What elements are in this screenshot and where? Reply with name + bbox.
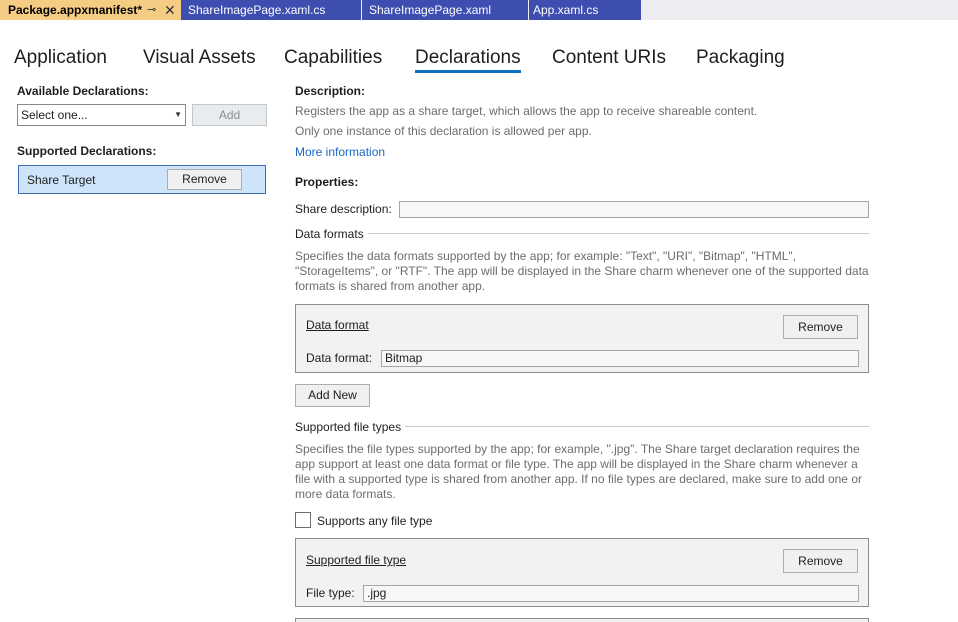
data-format-group: Data format Remove Data format: Bitmap (295, 304, 869, 373)
description-line-2: Only one instance of this declaration is… (295, 124, 592, 138)
tab-packaging[interactable]: Packaging (696, 44, 785, 74)
doc-tab-package-manifest[interactable]: Package.appxmanifest* ⊸ ✕ (0, 0, 181, 20)
tab-visual-assets[interactable]: Visual Assets (143, 44, 256, 74)
doc-tab-label: ShareImagePage.xaml.cs (188, 3, 326, 17)
close-icon[interactable]: ✕ (164, 0, 176, 20)
doc-tab-label: ShareImagePage.xaml (369, 3, 492, 17)
file-types-divider (405, 426, 869, 427)
remove-data-format-button[interactable]: Remove (783, 315, 858, 339)
supports-any-file-type-label: Supports any file type (317, 514, 433, 528)
document-tab-strip: Package.appxmanifest* ⊸ ✕ ShareImagePage… (0, 0, 958, 20)
declaration-name: Share Target (27, 173, 96, 187)
file-types-description: Specifies the file types supported by th… (295, 442, 862, 501)
doc-tab-app-xaml-cs[interactable]: App.xaml.cs (529, 0, 641, 20)
remove-declaration-button[interactable]: Remove (167, 169, 242, 190)
select-value: Select one... (21, 108, 88, 122)
tab-content-uris[interactable]: Content URIs (552, 44, 666, 74)
tab-capabilities[interactable]: Capabilities (284, 44, 382, 74)
more-information-link[interactable]: More information (295, 145, 385, 159)
data-format-input[interactable]: Bitmap (381, 350, 859, 367)
share-description-label: Share description: (295, 202, 392, 216)
supported-file-type-group-title: Supported file type (306, 553, 407, 567)
file-type-input[interactable]: .jpg (363, 585, 859, 602)
data-format-group-title: Data format (306, 318, 369, 332)
data-format-label: Data format: (306, 351, 373, 365)
properties-label: Properties: (295, 175, 359, 189)
doc-tab-shareimagepage-xaml-cs[interactable]: ShareImagePage.xaml.cs (181, 0, 361, 20)
manifest-designer-tabs: Application Visual Assets Capabilities D… (0, 44, 958, 74)
data-formats-divider (368, 233, 869, 234)
declaration-select[interactable]: Select one... ▼ (17, 104, 186, 126)
available-declarations-label: Available Declarations: (17, 84, 149, 98)
tab-declarations[interactable]: Declarations (415, 44, 521, 74)
data-formats-description: Specifies the data formats supported by … (295, 249, 869, 293)
file-type-label: File type: (306, 586, 355, 600)
doc-tab-shareimagepage-xaml[interactable]: ShareImagePage.xaml (362, 0, 528, 20)
share-description-input[interactable] (399, 201, 869, 218)
doc-tab-label: App.xaml.cs (533, 3, 599, 17)
add-declaration-button[interactable]: Add (192, 104, 267, 126)
description-label: Description: (295, 84, 366, 98)
supported-file-type-group: Supported file type Remove File type: .j… (295, 538, 869, 607)
supported-declaration-item[interactable]: Share Target Remove (18, 165, 266, 194)
tab-application[interactable]: Application (14, 44, 107, 74)
pin-icon[interactable]: ⊸ (147, 0, 156, 20)
description-line-1: Registers the app as a share target, whi… (295, 104, 758, 118)
remove-file-type-button[interactable]: Remove (783, 549, 858, 573)
dropdown-arrow-icon: ▼ (174, 110, 182, 119)
add-new-data-format-button[interactable]: Add New (295, 384, 370, 407)
data-formats-heading: Data formats (295, 227, 364, 241)
supported-declarations-label: Supported Declarations: (17, 144, 157, 158)
supported-file-types-heading: Supported file types (295, 420, 402, 434)
doc-tab-label: Package.appxmanifest* (8, 3, 143, 17)
next-file-type-group (295, 618, 869, 622)
supports-any-file-type-checkbox[interactable] (295, 512, 311, 528)
